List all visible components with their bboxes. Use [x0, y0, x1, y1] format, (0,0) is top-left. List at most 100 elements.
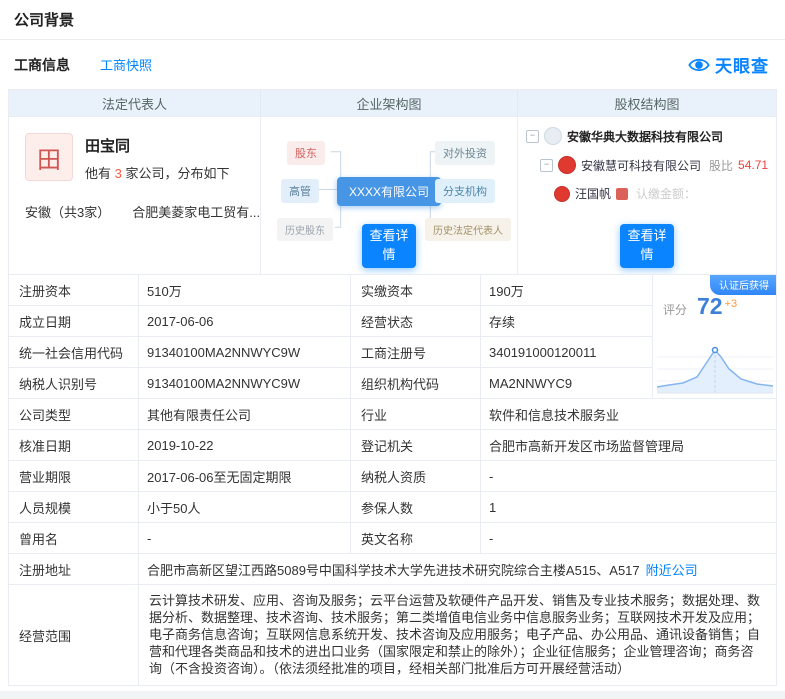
info-label: 统一社会信用代码 [9, 337, 139, 368]
address-value-cell: 合肥市高新区望江西路5089号中国科学技术大学先进技术研究院综合主楼A515、A… [139, 554, 776, 585]
info-value: 91340100MA2NNWYC9W [139, 337, 351, 368]
info-value: 小于50人 [139, 492, 351, 523]
info-value: - [481, 461, 776, 492]
info-label: 核准日期 [9, 430, 139, 461]
certification-badge[interactable]: 认证后获得 [710, 275, 776, 295]
org-chart-cell: 股东 高管 历史股东 XXXX有限公司 对外投资 分支机构 历史法定代表人 查看… [261, 117, 518, 275]
info-label: 成立日期 [9, 306, 139, 337]
company-logo-icon [558, 156, 576, 174]
org-node-executive[interactable]: 高管 [281, 179, 319, 203]
org-node-history-rep[interactable]: 历史法定代表人 [425, 218, 511, 241]
info-label: 登记机关 [351, 430, 481, 461]
score-panel: 认证后获得 评分 72 +3 [653, 275, 776, 399]
table-header-row: 法定代表人 企业架构图 股权结构图 [9, 90, 776, 117]
info-value: 190万 [481, 275, 653, 306]
legal-rep-description: 他有 3 家公司，分布如下 [85, 163, 229, 182]
legal-rep-company-link[interactable]: 合肥美菱家电工贸有... [132, 202, 260, 221]
info-label: 参保人数 [351, 492, 481, 523]
equity-tree: − 安徽华典大数据科技有限公司 − 安徽慧可科技有限公司 股比 54.71% 认… [518, 117, 776, 223]
info-label: 曾用名 [9, 523, 139, 554]
legal-rep-companies: 安徽（共3家） 合肥美菱家电工贸有... 等 [25, 202, 260, 221]
scope-row: 经营范围 云计算技术研发、应用、咨询及服务；云平台运营及软硬件产品开发、销售及专… [9, 585, 776, 686]
score-trend-chart [657, 346, 773, 394]
legal-rep-cell: 田 田宝同 他有 3 家公司，分布如下 安徽（共3家） 合肥美菱家电工贸有...… [9, 117, 261, 275]
equity-grandchild-name[interactable]: 汪国帆 [575, 185, 611, 202]
company-count: 3 [114, 166, 122, 181]
table-feature-row: 田 田宝同 他有 3 家公司，分布如下 安徽（共3家） 合肥美菱家电工贸有...… [9, 117, 776, 275]
info-label: 纳税人识别号 [9, 368, 139, 399]
scope-label: 经营范围 [9, 585, 139, 686]
info-value: 2019-10-22 [139, 430, 351, 461]
company-background-panel: 公司背景 工商信息 工商快照 天眼查 法定代表人 企业架构图 股权结构图 田 田… [0, 0, 785, 691]
tab-business-snapshot[interactable]: 工商快照 [100, 55, 152, 74]
business-info-table: 法定代表人 企业架构图 股权结构图 田 田宝同 他有 3 家公司，分布如下 安徽… [8, 89, 777, 687]
info-label: 工商注册号 [351, 337, 481, 368]
info-label: 注册资本 [9, 275, 139, 306]
person-logo-icon [554, 185, 570, 202]
legal-rep-region: 安徽（共3家） [25, 205, 111, 220]
column-header-equity-chart: 股权结构图 [518, 90, 776, 117]
info-value: 合肥市高新开发区市场监督管理局 [481, 430, 776, 461]
info-value: MA2NNWYC9 [481, 368, 653, 399]
tab-business-info[interactable]: 工商信息 [14, 55, 70, 75]
brand-logo: 天眼查 [688, 52, 769, 77]
info-value: 2017-06-06 [139, 306, 351, 337]
address-value: 合肥市高新区望江西路5089号中国科学技术大学先进技术研究院综合主楼A515、A… [147, 562, 640, 578]
equity-child-name[interactable]: 安徽慧可科技有限公司 [581, 157, 701, 174]
collapse-icon[interactable]: − [526, 129, 539, 143]
info-grid-top: 注册资本 510万 实缴资本 190万 认证后获得 评分 72 +3 成立日期 … [9, 275, 776, 399]
equity-child-row: − 安徽慧可科技有限公司 股比 54.71% 认缴金额： 279.0001万 [540, 156, 768, 174]
address-label: 注册地址 [9, 554, 139, 585]
scope-value: 云计算技术研发、应用、咨询及服务；云平台运营及软硬件产品开发、销售及专业技术服务… [149, 593, 761, 676]
info-grid-bottom: 公司类型 其他有限责任公司 行业 软件和信息技术服务业 核准日期 2019-10… [9, 399, 776, 554]
collapse-icon[interactable]: − [540, 158, 553, 172]
equity-root-row: − 安徽华典大数据科技有限公司 [526, 127, 768, 145]
page-header: 公司背景 [0, 0, 785, 40]
info-value: - [139, 523, 351, 554]
info-label: 组织机构代码 [351, 368, 481, 399]
org-node-investment[interactable]: 对外投资 [435, 141, 495, 165]
info-label: 公司类型 [9, 399, 139, 430]
org-node-history-shareholder[interactable]: 历史股东 [277, 218, 333, 241]
info-value: 2017-06-06至无固定期限 [139, 461, 351, 492]
address-row: 注册地址 合肥市高新区望江西路5089号中国科学技术大学先进技术研究院综合主楼A… [9, 554, 776, 585]
info-label: 纳税人资质 [351, 461, 481, 492]
nearby-companies-link[interactable]: 附近公司 [646, 560, 698, 579]
info-value: 存续 [481, 306, 653, 337]
brand-name: 天眼查 [715, 57, 769, 76]
info-value: 340191000120011 [481, 337, 653, 368]
info-value: 91340100MA2NNWYC9W [139, 368, 351, 399]
seal-stamp-icon [616, 187, 629, 200]
tianyancha-eye-icon [688, 54, 710, 76]
info-label: 实缴资本 [351, 275, 481, 306]
org-node-branch[interactable]: 分支机构 [435, 179, 495, 203]
org-node-company[interactable]: XXXX有限公司 [336, 177, 442, 206]
tabs-row: 工商信息 工商快照 天眼查 [0, 40, 785, 89]
info-value: 软件和信息技术服务业 [481, 399, 776, 430]
info-label: 人员规模 [9, 492, 139, 523]
org-chart-detail-button[interactable]: 查看详情 [362, 224, 416, 268]
legal-rep-avatar: 田 [25, 133, 73, 181]
column-header-legal-rep: 法定代表人 [9, 90, 261, 117]
desc-prefix: 他有 [85, 166, 115, 181]
legal-rep-name[interactable]: 田宝同 [85, 135, 229, 156]
ratio-label: 股比 [709, 158, 734, 173]
desc-suffix: 家公司，分布如下 [121, 166, 230, 181]
equity-chart-detail-button[interactable]: 查看详情 [620, 224, 674, 268]
equity-root-name[interactable]: 安徽华典大数据科技有限公司 [567, 128, 723, 145]
info-label: 经营状态 [351, 306, 481, 337]
score-delta: +3 [724, 298, 738, 310]
info-value: - [481, 523, 776, 554]
info-value: 510万 [139, 275, 351, 306]
info-value: 其他有限责任公司 [139, 399, 351, 430]
org-node-shareholder[interactable]: 股东 [287, 141, 325, 165]
score-label: 评分 [663, 303, 688, 317]
info-value: 1 [481, 492, 776, 523]
info-label: 行业 [351, 399, 481, 430]
equity-grandchild-row: 汪国帆 认缴金额： [554, 185, 768, 202]
score-value: 72 [697, 293, 723, 319]
company-logo-icon [544, 127, 562, 145]
info-label: 营业期限 [9, 461, 139, 492]
ratio-value: 54.71% [738, 158, 768, 172]
info-label: 英文名称 [351, 523, 481, 554]
